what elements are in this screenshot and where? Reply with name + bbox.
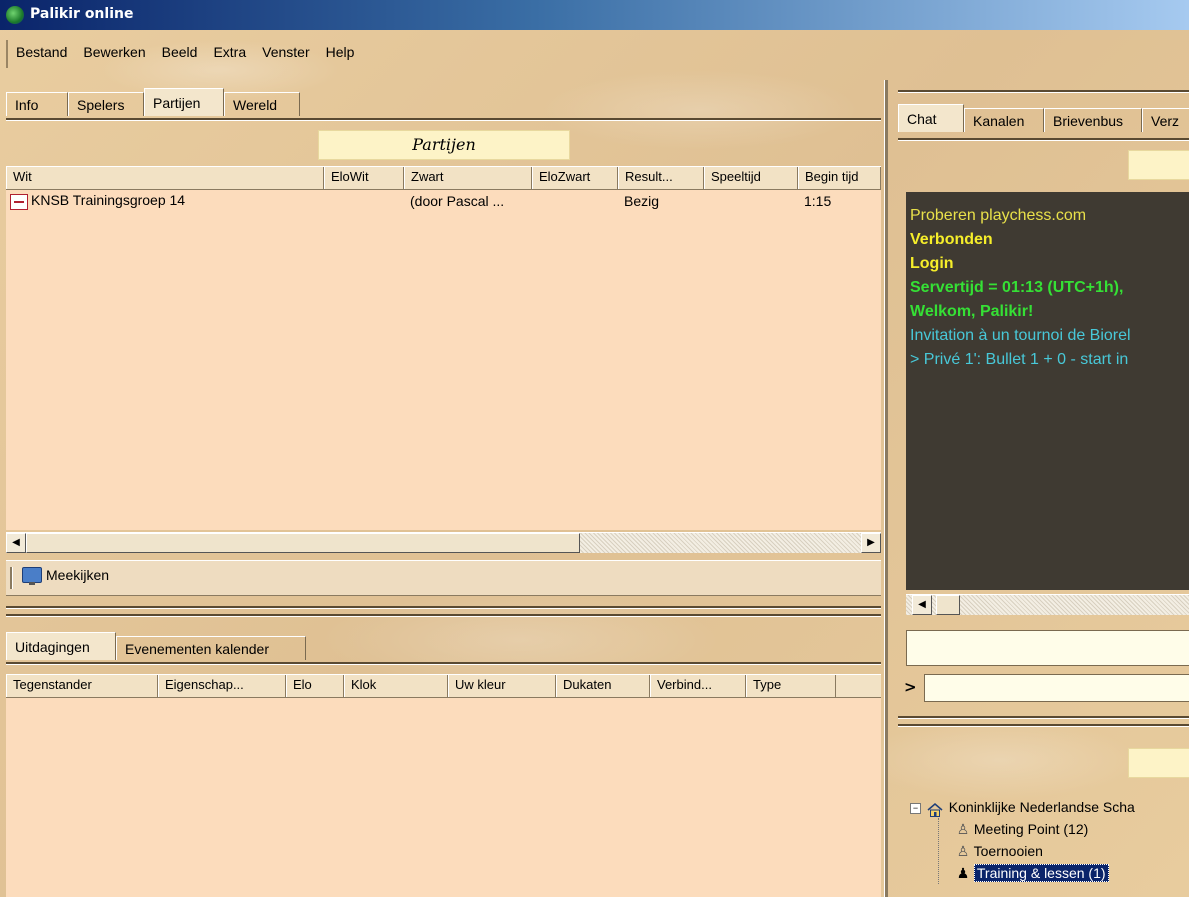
monitor-icon [22, 567, 42, 585]
menu-bar: Bestand Bewerken Beeld Extra Venster Hel… [6, 40, 362, 68]
game-board-icon [10, 193, 28, 210]
left-tab-strip: Info Spelers Partijen Wereld [6, 88, 300, 116]
chat-log[interactable]: Proberen playchess.com Verbonden Login S… [906, 192, 1189, 590]
tree-item-meeting-point[interactable]: ♙ Meeting Point (12) [910, 818, 1189, 840]
table-row[interactable]: KNSB Trainingsgroep 14 (door Pascal ... … [6, 190, 881, 212]
menu-beeld[interactable]: Beeld [154, 40, 206, 68]
tab-chat[interactable]: Chat [898, 104, 964, 132]
games-panel-title: Partijen [318, 130, 570, 160]
col-eigenschap[interactable]: Eigenschap... [158, 675, 286, 697]
scroll-thumb[interactable] [26, 533, 580, 553]
games-hscrollbar[interactable]: ◀ ▶ [6, 532, 881, 553]
col-klok[interactable]: Klok [344, 675, 448, 697]
channel-pawn-icon: ♙ [956, 843, 970, 859]
app-globe-icon [6, 6, 24, 24]
menu-venster[interactable]: Venster [254, 40, 317, 68]
col-result[interactable]: Result... [618, 167, 704, 189]
menu-extra[interactable]: Extra [205, 40, 254, 68]
col-verbind[interactable]: Verbind... [650, 675, 746, 697]
menu-help[interactable]: Help [318, 40, 363, 68]
col-type[interactable]: Type [746, 675, 836, 697]
scroll-right-icon[interactable]: ▶ [861, 533, 881, 553]
game-result: Bezig [624, 193, 660, 209]
menu-bewerken[interactable]: Bewerken [75, 40, 153, 68]
watch-button-label: Meekijken [46, 567, 110, 583]
watch-button[interactable]: Meekijken [22, 567, 110, 585]
tab-partijen[interactable]: Partijen [144, 88, 224, 116]
chat-hscrollbar[interactable]: ◀ [906, 594, 1189, 615]
tab-kanalen[interactable]: Kanalen [964, 108, 1044, 132]
col-uwkleur[interactable]: Uw kleur [448, 675, 556, 697]
tab-uitdagingen[interactable]: Uitdagingen [6, 632, 116, 660]
chat-panel-header [1128, 150, 1189, 180]
tab-evenementen[interactable]: Evenementen kalender [116, 636, 306, 660]
chat-line: Proberen playchess.com [910, 207, 1087, 224]
col-elozwart[interactable]: EloZwart [532, 167, 618, 189]
tree-root[interactable]: − Koninklijke Nederlandse Scha [910, 796, 1189, 818]
tab-verz[interactable]: Verz [1142, 108, 1189, 132]
chat-line: Login [910, 255, 954, 272]
collapse-icon[interactable]: − [910, 802, 921, 814]
chat-scroll-thumb[interactable] [936, 595, 960, 615]
chat-line: Invitation à un tournoi de Biorel [910, 327, 1131, 344]
title-bar[interactable]: Palikir online [0, 0, 1189, 30]
games-toolbar: Meekijken [6, 560, 881, 596]
game-black-player: (door Pascal ... [410, 193, 505, 209]
tree-root-label: Koninklijke Nederlandse Scha [948, 799, 1135, 815]
scroll-left-icon[interactable]: ◀ [6, 533, 26, 553]
col-elo[interactable]: Elo [286, 675, 344, 697]
channel-pawn-icon: ♟ [956, 865, 970, 881]
tab-divider [6, 118, 881, 121]
chat-input[interactable] [924, 674, 1189, 702]
games-list: KNSB Trainingsgroep 14 (door Pascal ... … [6, 190, 881, 530]
tab-info[interactable]: Info [6, 92, 68, 116]
tree-item-toernooien[interactable]: ♙ Toernooien [910, 840, 1189, 862]
bottom-tab-strip: Uitdagingen Evenementen kalender [6, 632, 306, 660]
col-zwart[interactable]: Zwart [404, 167, 532, 189]
col-wit[interactable]: Wit [6, 167, 324, 189]
chat-line: Servertijd = 01:13 (UTC+1h), [910, 279, 1124, 296]
game-white-player: KNSB Trainingsgroep 14 [31, 192, 186, 209]
tree-item-label: Training & lessen (1) [973, 864, 1109, 882]
game-begintijd: 1:15 [804, 193, 832, 209]
challenges-list [6, 698, 881, 897]
right-tab-strip: Chat Kanalen Brievenbus Verz [898, 104, 1189, 132]
vertical-splitter[interactable] [884, 80, 888, 897]
home-icon [927, 801, 943, 818]
splitter[interactable] [6, 606, 881, 609]
chat-output-box[interactable] [906, 630, 1189, 666]
menu-bestand[interactable]: Bestand [8, 40, 75, 68]
col-speeltijd[interactable]: Speeltijd [704, 167, 798, 189]
tab-spelers[interactable]: Spelers [68, 92, 144, 116]
challenges-grid-header: Tegenstander Eigenschap... Elo Klok Uw k… [6, 674, 881, 698]
tree-item-training[interactable]: ♟ Training & lessen (1) [910, 862, 1189, 884]
col-elowit[interactable]: EloWit [324, 167, 404, 189]
chat-prompt: > [904, 678, 917, 696]
chat-line: Welkom, Palikir! [910, 303, 1034, 320]
window-title: Palikir online [30, 6, 134, 22]
chat-line: Verbonden [910, 231, 993, 248]
channels-panel-header [1128, 748, 1189, 778]
col-tegenstander[interactable]: Tegenstander [6, 675, 158, 697]
chat-scroll-left-icon[interactable]: ◀ [912, 595, 932, 615]
games-grid-header: Wit EloWit Zwart EloZwart Result... Spee… [6, 166, 881, 190]
tab-brievenbus[interactable]: Brievenbus [1044, 108, 1142, 132]
chat-line: > Privé 1': Bullet 1 + 0 - start in [910, 351, 1129, 368]
channel-tree: − Koninklijke Nederlandse Scha ♙ Meeting… [910, 796, 1189, 884]
col-begintijd[interactable]: Begin tijd [798, 167, 881, 189]
tree-item-label: Meeting Point (12) [973, 821, 1089, 837]
tab-wereld[interactable]: Wereld [224, 92, 300, 116]
channel-pawn-icon: ♙ [956, 821, 970, 837]
tree-item-label: Toernooien [973, 843, 1043, 859]
col-dukaten[interactable]: Dukaten [556, 675, 650, 697]
